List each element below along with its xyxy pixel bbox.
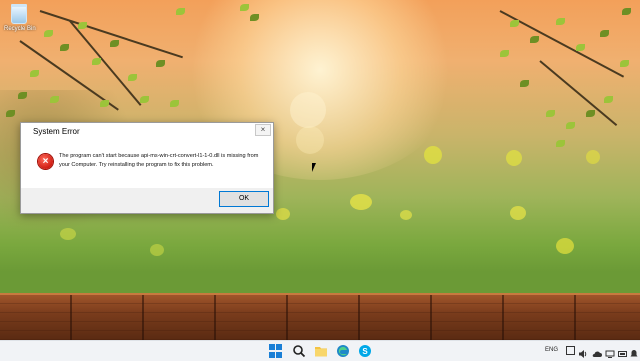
leaf [620, 60, 629, 67]
leaf [50, 96, 59, 103]
leaf [510, 20, 519, 27]
leaf [92, 58, 101, 65]
dialog-title: System Error [33, 127, 80, 136]
notifications-icon[interactable] [630, 346, 638, 360]
language-indicator[interactable]: ENG [545, 347, 558, 353]
leaf [6, 110, 15, 117]
leaf [170, 100, 179, 107]
leaf [622, 8, 631, 15]
mouse-pointer-icon [312, 163, 316, 172]
leaf [44, 30, 53, 37]
leaf [604, 96, 613, 103]
svg-text:S: S [362, 347, 368, 356]
leaf [78, 22, 87, 29]
bokeh-light [150, 244, 164, 256]
recycle-bin-icon [11, 4, 27, 24]
system-tray-icon[interactable] [566, 346, 575, 355]
leaf [100, 100, 109, 107]
desktop-icon-recycle-bin[interactable]: Recycle Bin [4, 4, 36, 32]
leaf [240, 4, 249, 11]
bokeh-light [296, 126, 324, 154]
volume-icon[interactable] [578, 346, 592, 360]
leaf [546, 110, 555, 117]
dialog-body: × The program can't start because api-ms… [21, 139, 273, 188]
taskbar: S ENG [0, 340, 640, 361]
leaf [30, 70, 39, 77]
error-icon: × [38, 154, 53, 169]
bokeh-light [586, 150, 600, 164]
leaf [600, 30, 609, 37]
leaf [128, 74, 137, 81]
desktop-icon-label: Recycle Bin [4, 26, 36, 32]
leaf [566, 122, 575, 129]
bokeh-light [350, 194, 372, 210]
bokeh-light [556, 238, 574, 254]
leaf [60, 44, 69, 51]
leaf [250, 14, 259, 21]
branch [39, 10, 183, 59]
search-icon[interactable] [292, 344, 306, 358]
ok-button[interactable]: OK [219, 191, 269, 207]
leaf [500, 50, 509, 57]
leaf [520, 80, 529, 87]
dialog-footer: OK [21, 188, 273, 213]
system-error-dialog: System Error × × The program can't start… [20, 122, 274, 214]
file-explorer-icon[interactable] [314, 344, 328, 358]
close-button[interactable]: × [255, 124, 271, 136]
leaf [176, 8, 185, 15]
leaf [576, 44, 585, 51]
leaf [586, 110, 595, 117]
leaf [110, 40, 119, 47]
leaf [140, 96, 149, 103]
leaf [556, 140, 565, 147]
bokeh-light [60, 228, 76, 240]
bokeh-light [424, 146, 442, 164]
edge-browser-icon[interactable] [336, 344, 350, 358]
leaf [18, 92, 27, 99]
bokeh-light [510, 206, 526, 220]
cloud-icon[interactable] [592, 346, 606, 360]
error-message: The program can't start because api-ms-w… [59, 153, 259, 168]
leaf [156, 60, 165, 67]
bokeh-light [276, 208, 290, 220]
skype-icon[interactable]: S [358, 344, 372, 358]
bokeh-light [506, 150, 522, 166]
leaf [530, 36, 539, 43]
network-icon[interactable] [605, 346, 619, 360]
start-button[interactable] [269, 344, 283, 358]
bokeh-light [400, 210, 412, 220]
wooden-table [0, 295, 640, 340]
bokeh-light [290, 92, 326, 128]
leaf [556, 18, 565, 25]
